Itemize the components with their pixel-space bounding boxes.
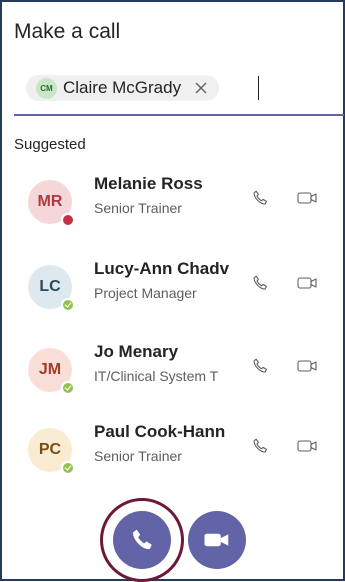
contact-name: Jo Menary [94,342,179,361]
presence-available-icon [61,461,75,475]
phone-icon[interactable] [248,354,272,378]
suggested-label: Suggested [14,136,86,153]
video-camera-icon[interactable] [296,354,320,378]
phone-icon[interactable] [248,434,272,458]
recipient-avatar: CM [36,77,57,99]
panel-title: Make a call [14,20,121,43]
contact-title: Senior Trainer [94,200,182,216]
recipient-field[interactable]: CM Claire McGrady [14,64,344,116]
presence-busy-icon [61,213,75,227]
avatar-initials: MR [37,193,63,210]
video-camera-icon [204,533,229,547]
avatar-initials: PC [38,441,62,458]
presence-available-icon [61,298,75,312]
contact-row[interactable]: MR Melanie Ross Senior Trainer [28,172,338,228]
avatar: MR [28,180,75,227]
video-call-button[interactable] [188,511,246,569]
avatar-initials: JM [38,361,62,378]
contact-title: Project Manager [94,285,197,301]
avatar-initials: LC [39,278,61,295]
video-camera-icon[interactable] [296,271,320,295]
video-camera-icon[interactable] [296,434,320,458]
contact-row[interactable]: JM Jo Menary IT/Clinical System T [28,340,338,396]
audio-call-button[interactable] [113,511,171,569]
phone-icon [132,529,152,550]
presence-available-icon [61,381,75,395]
contact-name: Paul Cook-Hann [94,422,226,441]
contact-row[interactable]: PC Paul Cook-Hann Senior Trainer [28,420,338,476]
recipient-chip[interactable]: CM Claire McGrady [26,75,220,101]
avatar: LC [28,265,75,312]
avatar: JM [28,348,75,395]
phone-icon[interactable] [248,271,272,295]
contact-title: Senior Trainer [94,448,182,464]
avatar: PC [28,428,75,475]
contact-name: Melanie Ross [94,174,203,193]
close-icon[interactable] [193,80,209,96]
phone-icon[interactable] [248,186,272,210]
recipient-name: Claire McGrady [63,78,182,97]
contact-name: Lucy-Ann Chadv [94,259,230,278]
contact-row[interactable]: LC Lucy-Ann Chadv Project Manager [28,257,338,313]
make-a-call-panel: Make a call CM Claire McGrady Suggested … [0,0,345,582]
contact-title: IT/Clinical System T [94,368,219,384]
text-caret [258,76,259,100]
video-camera-icon[interactable] [296,186,320,210]
